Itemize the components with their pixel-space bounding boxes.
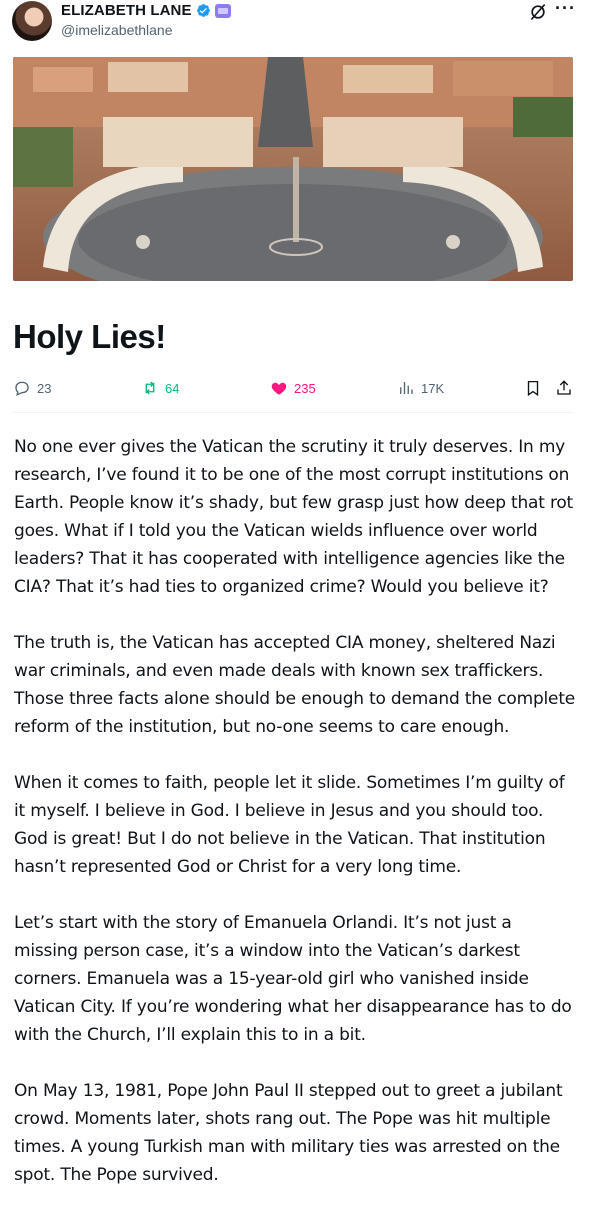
affiliate-badge-icon (214, 3, 231, 18)
divider (13, 412, 573, 413)
post-header: ELIZABETH LANE @imelizabethlane ··· (0, 0, 593, 50)
article-paragraph: Let’s start with the story of Emanuela O… (14, 913, 572, 1045)
share-icon (557, 380, 571, 395)
more-icon[interactable]: ··· (555, 0, 575, 22)
views-count: 17K (421, 380, 445, 396)
grok-icon[interactable] (528, 2, 548, 22)
hero-image[interactable] (13, 57, 573, 281)
article-title: Holy Lies! (13, 318, 166, 355)
author-display-name[interactable]: ELIZABETH LANE (61, 2, 192, 19)
repost-count: 64 (165, 380, 180, 396)
bookmark-button[interactable] (524, 379, 542, 397)
reply-count: 23 (37, 380, 52, 396)
article-paragraph: No one ever gives the Vatican the scruti… (14, 437, 574, 597)
reply-button[interactable]: 23 (13, 379, 51, 397)
repost-icon (145, 381, 155, 395)
article-paragraph: When it comes to faith, people let it sl… (14, 773, 565, 877)
verified-badge-icon (196, 4, 210, 17)
author-handle[interactable]: @imelizabethlane (61, 22, 173, 38)
article-body: No one ever gives the Vatican the scruti… (14, 433, 579, 1217)
author-avatar[interactable] (12, 1, 52, 41)
article-paragraph: On May 13, 1981, Pope John Paul II stepp… (14, 1081, 563, 1185)
views-chart-icon (400, 382, 413, 394)
engagement-bar: 23 64 235 17K (13, 376, 573, 402)
like-count: 235 (294, 380, 316, 396)
heart-icon (271, 382, 287, 395)
article-paragraph: The truth is, the Vatican has accepted C… (14, 633, 576, 737)
views-button[interactable]: 17K (397, 379, 444, 397)
share-button[interactable] (555, 379, 573, 397)
reply-icon (15, 381, 29, 396)
author-name-row: ELIZABETH LANE (61, 2, 231, 19)
like-button[interactable]: 235 (270, 379, 316, 397)
bookmark-icon (527, 380, 539, 397)
repost-button[interactable]: 64 (141, 379, 179, 397)
vatican-aerial-photo (13, 57, 573, 281)
